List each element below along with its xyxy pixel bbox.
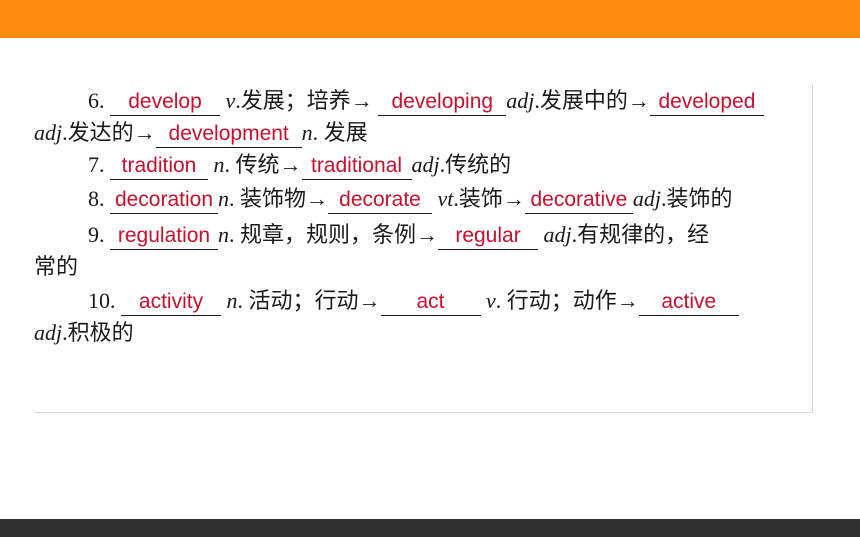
item-10-line-1: 10. activity n. 活动；行动→ act v. 行动；动作→ activ… (88, 286, 739, 316)
definition-text: .积极的 (62, 320, 134, 345)
definition-text: .发达的→ (62, 120, 156, 145)
part-of-speech: n (213, 152, 225, 177)
answer-blank: developing (378, 88, 507, 116)
definition-text: .装饰→ (453, 186, 525, 211)
definition-text: . 行动；动作→ (495, 288, 639, 313)
item-9-line-1: 9. regulation n. 规章，规则，条例→ regular adj.有规律… (88, 220, 709, 250)
part-of-speech: adj (34, 320, 63, 345)
top-accent-bar (0, 0, 860, 38)
answer-blank: regular (438, 222, 539, 250)
answer-text: activity (138, 290, 204, 313)
item-number: 6. (88, 88, 105, 113)
part-of-speech: n (218, 186, 229, 211)
answer-text: development (168, 122, 289, 145)
item-number: 8. (88, 186, 105, 211)
bottom-bar (0, 519, 860, 537)
item-6-line-1: 6. develop v.发展；培养→ developing adj.发展中的→ d… (88, 86, 764, 116)
part-of-speech: adj (411, 152, 440, 177)
item-number: 10. (88, 288, 116, 313)
answer-blank: decoration (110, 186, 218, 214)
item-number: 9. (88, 222, 105, 247)
part-of-speech: n (226, 288, 238, 313)
part-of-speech: v (225, 88, 236, 113)
definition-text: .有规律的，经 (571, 222, 710, 247)
answer-text: decoration (114, 188, 214, 211)
answer-blank: active (638, 288, 739, 316)
part-of-speech: adj (34, 120, 63, 145)
definition-text: .装饰的 (661, 186, 733, 211)
answer-text: regular (455, 224, 521, 247)
vocabulary-exercise-panel: 6. develop v.发展；培养→ developing adj.发展中的→ d… (34, 84, 813, 413)
answer-blank: traditional (301, 152, 412, 180)
part-of-speech: adj (506, 88, 535, 113)
answer-text: act (416, 290, 445, 313)
definition-text: . 传统→ (224, 152, 302, 177)
part-of-speech: n (301, 120, 313, 145)
answer-text: regulation (117, 224, 211, 247)
definition-text: . 规章，规则，条例→ (229, 222, 439, 247)
answer-text: developed (658, 90, 756, 113)
answer-text: decorate (339, 188, 421, 211)
definition-text: . 活动；行动→ (237, 288, 381, 313)
answer-text: active (661, 290, 717, 313)
item-7-line: 7. tradition n. 传统→ traditional adj.传统的 (88, 150, 511, 180)
part-of-speech: vt (437, 186, 454, 211)
definition-text: 常的 (34, 254, 79, 279)
answer-blank: regulation (110, 222, 218, 250)
item-number: 7. (88, 152, 105, 177)
answer-blank: decorative (524, 186, 633, 214)
answer-blank: develop (110, 88, 220, 116)
answer-blank: act (380, 288, 481, 316)
definition-text: .发展中的→ (534, 88, 650, 113)
answer-text: traditional (310, 154, 403, 177)
definition-text: . 发展 (312, 120, 368, 145)
part-of-speech: adj (632, 186, 662, 211)
definition-text: .发展；培养→ (235, 88, 373, 113)
answer-blank: activity (121, 288, 221, 316)
item-10-line-2: adj.积极的 (34, 318, 134, 348)
answer-blank: tradition (110, 152, 208, 180)
answer-text: tradition (121, 154, 197, 177)
part-of-speech: v (486, 288, 496, 313)
answer-text: developing (391, 90, 494, 113)
part-of-speech: n (218, 222, 229, 247)
answer-blank: decorate (328, 186, 433, 214)
answer-blank: development (155, 120, 302, 148)
item-9-line-2: 常的 (34, 252, 78, 282)
definition-text: . 装饰物→ (229, 186, 329, 211)
answer-blank: developed (649, 88, 764, 116)
definition-text: .传统的 (439, 152, 512, 177)
answer-text: decorative (530, 188, 628, 211)
answer-text: develop (128, 90, 202, 113)
part-of-speech: adj (543, 222, 572, 247)
item-8-line: 8. decoration n. 装饰物→ decorate vt.装饰→ decor… (88, 184, 733, 214)
item-6-line-2: adj.发达的→ development n. 发展 (34, 118, 368, 148)
